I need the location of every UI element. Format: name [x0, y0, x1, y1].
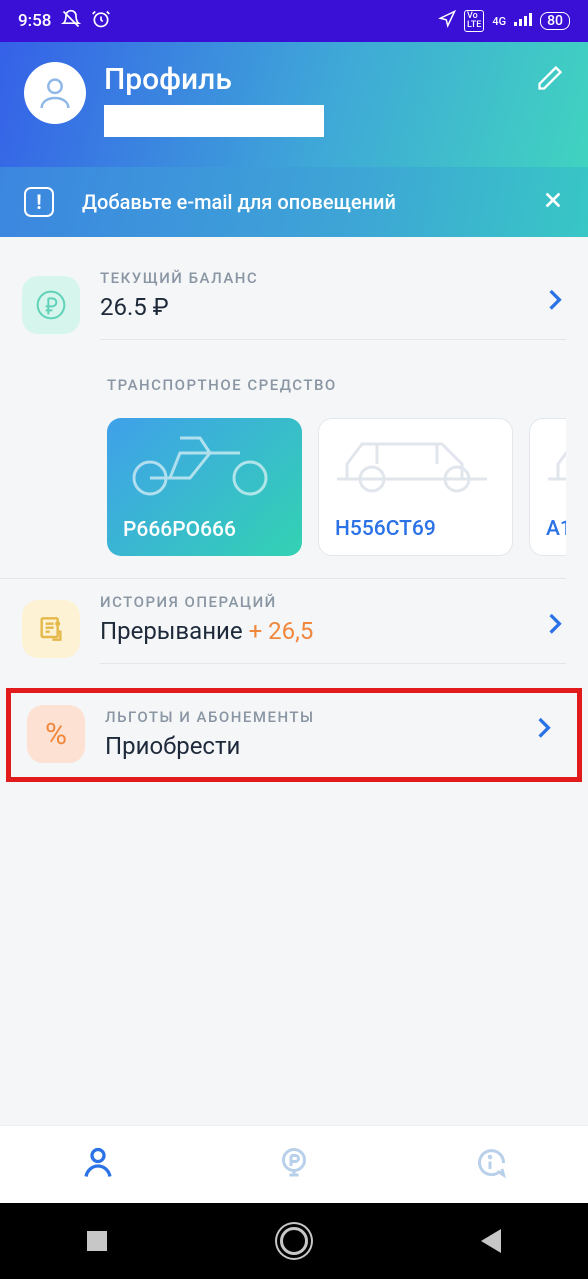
benefits-label: ЛЬГОТЫ И АБОНЕМЕНТЫ [105, 708, 561, 726]
android-nav-bar [0, 1203, 588, 1279]
vehicle-section: ТРАНСПОРТНОЕ СРЕДСТВО Р666РО666 Н556СТ69 [0, 358, 566, 579]
car-icon [538, 429, 566, 499]
alarm-icon [91, 9, 111, 34]
alert-text: Добавьте e-mail для оповещений [82, 190, 514, 214]
history-value: Прерывание + 26,5 [100, 617, 566, 645]
benefits-row[interactable]: % ЛЬГОТЫ И АБОНЕМЕНТЫ Приобрести [6, 688, 582, 782]
car-icon [327, 429, 497, 499]
notifications-off-icon [61, 9, 81, 34]
vehicle-card[interactable]: А1 [529, 418, 566, 556]
android-home-button[interactable] [280, 1227, 308, 1255]
vehicle-section-label: ТРАНСПОРТНОЕ СРЕДСТВО [22, 376, 566, 394]
history-label: ИСТОРИЯ ОПЕРАЦИЙ [100, 593, 566, 611]
vehicle-card[interactable]: Р666РО666 [107, 418, 302, 556]
benefits-value: Приобрести [105, 732, 561, 760]
alert-icon: ! [24, 187, 54, 217]
avatar[interactable] [24, 62, 86, 124]
chevron-right-icon [537, 717, 551, 743]
ruble-icon [22, 276, 80, 334]
history-row[interactable]: ИСТОРИЯ ОПЕРАЦИЙ Прерывание + 26,5 [0, 579, 588, 682]
signal-bars-icon [514, 11, 532, 31]
edit-profile-button[interactable] [536, 64, 564, 96]
balance-label: ТЕКУЩИЙ БАЛАНС [100, 269, 566, 287]
vehicle-list[interactable]: Р666РО666 Н556СТ69 А1 [22, 418, 566, 556]
profile-header: Профиль [0, 42, 588, 167]
status-bar: 9:58 VoLTE 4G 80 [0, 0, 588, 42]
motorcycle-icon [115, 428, 285, 498]
page-title: Профиль [104, 62, 324, 97]
balance-row[interactable]: ТЕКУЩИЙ БАЛАНС 26.5 ₽ [0, 255, 588, 358]
status-time: 9:58 [18, 11, 51, 31]
alert-close-button[interactable] [542, 189, 564, 216]
chevron-right-icon [548, 612, 562, 638]
vehicle-card[interactable]: Н556СТ69 [318, 418, 513, 556]
chevron-right-icon [548, 288, 562, 314]
volte-icon: VoLTE [464, 10, 484, 32]
receipt-icon [22, 600, 80, 658]
percent-icon: % [27, 705, 85, 763]
location-icon [438, 10, 456, 33]
signal-icon: 4G [492, 15, 506, 28]
android-back-button[interactable] [481, 1229, 501, 1253]
nav-parking[interactable] [276, 1145, 312, 1185]
vehicle-plate: А1 [546, 517, 566, 541]
nav-info[interactable] [472, 1145, 508, 1185]
nav-profile[interactable] [80, 1145, 116, 1185]
profile-name-redacted [104, 105, 324, 137]
battery-icon: 80 [540, 12, 570, 30]
balance-value: 26.5 ₽ [100, 293, 566, 321]
vehicle-plate: Н556СТ69 [335, 517, 496, 541]
email-alert-banner[interactable]: ! Добавьте e-mail для оповещений [0, 167, 588, 237]
android-recents-button[interactable] [87, 1231, 107, 1251]
bottom-nav [0, 1125, 588, 1203]
vehicle-plate: Р666РО666 [123, 518, 286, 542]
